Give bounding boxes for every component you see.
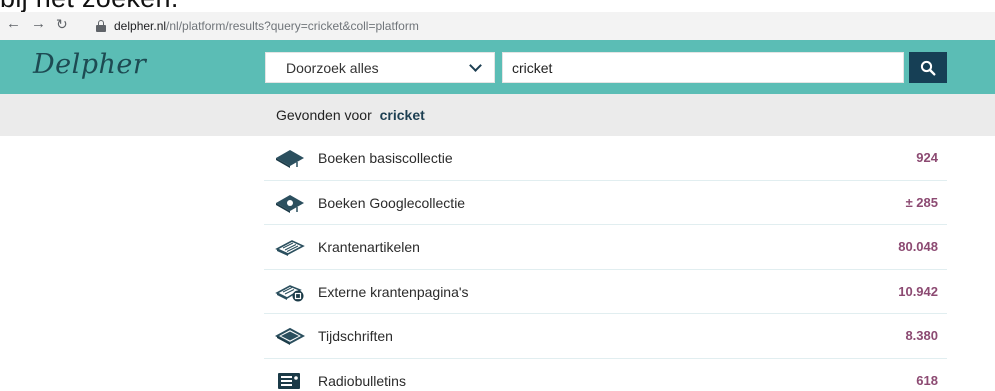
result-label: Externe krantenpagina's xyxy=(318,283,469,300)
collection-select[interactable]: Doorzoek alles xyxy=(265,52,495,83)
result-row-boeken-googlecollectie[interactable]: Boeken Googlecollectie ± 285 xyxy=(264,181,947,225)
book-icon xyxy=(276,150,304,168)
browser-toolbar: ← → ↻ delpher.nl/nl/platform/results?que… xyxy=(0,12,995,40)
results-summary: Gevonden voor cricket xyxy=(276,107,425,123)
delpher-logo[interactable]: Delpher xyxy=(33,49,146,80)
collection-select-value: Doorzoek alles xyxy=(286,59,379,76)
newspaper-icon xyxy=(275,240,305,256)
found-term: cricket xyxy=(379,107,425,123)
address-bar[interactable]: delpher.nl/nl/platform/results?query=cri… xyxy=(96,16,419,36)
result-row-externe-krantenpaginas[interactable]: Externe krantenpagina's 10.942 xyxy=(264,270,947,314)
site-header: Delpher Doorzoek alles xyxy=(0,40,995,94)
found-prefix: Gevonden voor xyxy=(276,107,372,123)
result-label: Tijdschriften xyxy=(318,328,393,344)
search-button[interactable] xyxy=(909,52,947,83)
result-count: 10.942 xyxy=(898,283,938,299)
back-arrow-icon[interactable]: ← xyxy=(6,15,21,33)
result-row-radiobulletins[interactable]: Radiobulletins 618 xyxy=(264,359,947,391)
url-path: /nl/platform/results?query=cricket&coll=… xyxy=(166,19,419,33)
result-count: 8.380 xyxy=(905,328,938,343)
url-host: delpher.nl xyxy=(114,19,167,33)
result-label: Boeken Googlecollectie xyxy=(318,194,466,211)
forward-arrow-icon[interactable]: → xyxy=(31,15,46,33)
google-book-icon xyxy=(276,194,304,213)
result-row-tijdschriften[interactable]: Tijdschriften 8.380 xyxy=(264,314,947,359)
results-list: Boeken basiscollectie 924 Boeken Googlec… xyxy=(264,136,947,391)
external-newspaper-icon xyxy=(275,284,304,301)
reload-icon[interactable]: ↻ xyxy=(56,15,68,33)
magazine-icon xyxy=(275,327,305,345)
result-row-krantenartikelen[interactable]: Krantenartikelen 80.048 xyxy=(264,225,947,270)
result-count: ± 285 xyxy=(905,194,938,210)
result-count: 80.048 xyxy=(898,239,938,254)
result-label: Radiobulletins xyxy=(318,372,406,389)
result-count: 924 xyxy=(916,150,938,165)
search-icon xyxy=(920,60,936,76)
results-summary-bar: Gevonden voor cricket xyxy=(0,94,995,136)
result-label: Boeken basiscollectie xyxy=(318,150,453,166)
result-row-boeken-basiscollectie[interactable]: Boeken basiscollectie 924 xyxy=(264,136,947,181)
radio-icon xyxy=(278,372,300,389)
chevron-down-icon xyxy=(469,59,482,72)
result-count: 618 xyxy=(916,372,938,388)
result-label: Krantenartikelen xyxy=(318,239,420,255)
lock-icon xyxy=(96,20,106,32)
search-input[interactable] xyxy=(502,52,904,83)
